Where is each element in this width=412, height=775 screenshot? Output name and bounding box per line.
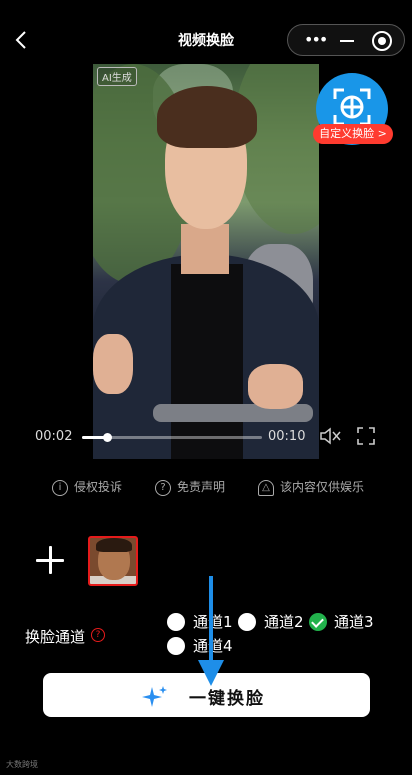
custom-face-swap-button[interactable]: 自定义换脸 >: [313, 73, 393, 151]
question-icon: ?: [155, 479, 171, 496]
down-arrow-annotation-icon: [198, 576, 224, 686]
sparkle-icon: [142, 686, 167, 707]
fullscreen-icon[interactable]: [356, 426, 376, 446]
info-icon: i: [52, 479, 68, 496]
help-icon[interactable]: ?: [91, 628, 105, 642]
close-circle-icon[interactable]: [372, 31, 392, 51]
more-icon[interactable]: •••: [304, 32, 328, 48]
add-face-button[interactable]: [36, 546, 64, 574]
channel-label: 换脸通道: [25, 628, 86, 646]
custom-face-swap-label: 自定义换脸 >: [313, 124, 393, 144]
info-links: i 侵权投诉 ? 免责声明 △ 该内容仅供娱乐: [0, 478, 412, 498]
channel-radio-1[interactable]: [167, 613, 185, 631]
ai-generated-badge: AI生成: [97, 67, 137, 86]
total-time: 00:10: [268, 429, 306, 444]
bell-icon: △: [258, 479, 274, 496]
channel-option-label[interactable]: 通道3: [334, 611, 374, 632]
current-time: 00:02: [35, 429, 73, 444]
channel-option-label[interactable]: 通道2: [264, 611, 304, 632]
entertainment-notice[interactable]: △ 该内容仅供娱乐: [258, 478, 364, 496]
disclaimer-link[interactable]: ? 免责声明: [155, 478, 225, 496]
selected-face-thumbnail[interactable]: [88, 536, 138, 586]
mini-program-capsule: •••: [287, 24, 405, 56]
channel-radio-3-checked[interactable]: [309, 613, 327, 631]
minimize-icon[interactable]: [340, 40, 354, 42]
complaint-link[interactable]: i 侵权投诉: [52, 478, 122, 496]
video-player[interactable]: [93, 64, 319, 459]
mute-icon[interactable]: [319, 426, 341, 446]
channel-radio-4[interactable]: [167, 637, 185, 655]
video-progress-bar[interactable]: [82, 433, 262, 442]
channel-radio-2[interactable]: [238, 613, 256, 631]
watermark-text: 大数跨境: [6, 760, 38, 769]
